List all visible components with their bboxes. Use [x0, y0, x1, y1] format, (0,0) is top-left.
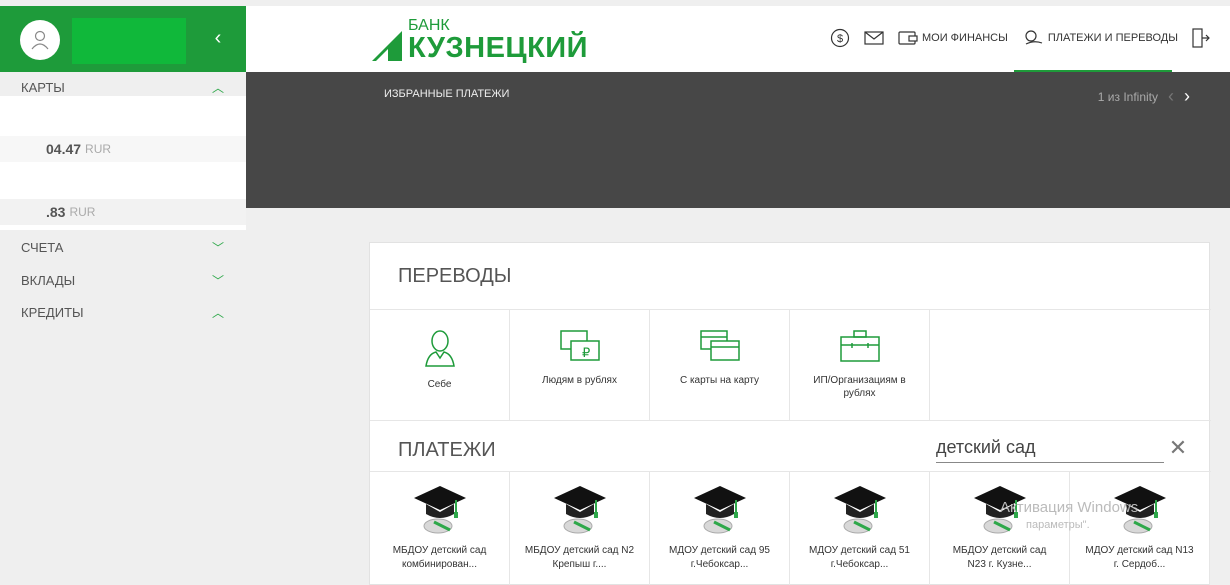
- result-line2: г. Сердоб...: [1113, 558, 1166, 570]
- result-line2: г.Чебоксар...: [830, 558, 889, 570]
- transfer-tiles: Себе ₽ Людям в рублях С карты на карту И…: [370, 309, 1211, 421]
- my-finances-label: МОИ ФИНАНСЫ: [922, 32, 1008, 44]
- currency-button[interactable]: $: [830, 28, 850, 48]
- result-line1: МБДОУ детский сад N2: [524, 545, 635, 556]
- avatar[interactable]: [20, 20, 60, 60]
- my-finances-link[interactable]: МОИ ФИНАНСЫ: [898, 30, 1008, 46]
- section-deposits[interactable]: ВКЛАДЫ ﹀: [0, 265, 246, 295]
- chevron-down-icon: ﹀: [211, 273, 224, 288]
- card-balance: .83: [46, 204, 66, 220]
- profile-header: ‹: [0, 6, 246, 72]
- bank-logo[interactable]: БАНК КУЗНЕЦКИЙ: [370, 18, 588, 63]
- graduation-cap-icon: [833, 486, 886, 534]
- card-item[interactable]: 04.47 RUR: [0, 136, 246, 162]
- collapse-sidebar-icon[interactable]: ‹: [206, 26, 230, 50]
- watermark-line2: параметры".: [1026, 518, 1090, 531]
- watermark-line1: Активация Windows: [1000, 499, 1139, 516]
- section-accounts[interactable]: СЧЕТА ﹀: [0, 232, 246, 262]
- card-item[interactable]: .83 RUR: [0, 199, 246, 225]
- logout-button[interactable]: [1192, 28, 1210, 48]
- header-nav: $ МОИ ФИНАНСЫ ПЛАТЕЖИ И ПЕРЕВОДЫ: [830, 28, 1210, 48]
- section-label: КРЕДИТЫ: [21, 304, 84, 320]
- card-balance: 04.47: [46, 141, 82, 157]
- payment-result-item[interactable]: МДОУ детский сад 51 г.Чебоксар...: [790, 472, 930, 585]
- favorites-band: ИЗБРАННЫЕ ПЛАТЕЖИ 1 из Infinity ‹ ›: [246, 72, 1230, 208]
- favorites-pager: 1 из Infinity ‹ ›: [1098, 86, 1190, 107]
- result-line1: МДОУ детский сад 95: [669, 545, 770, 556]
- section-label: ВКЛАДЫ: [21, 272, 76, 288]
- cards-icon: [699, 330, 740, 361]
- cards-list: 04.47 RUR .83 RUR: [0, 96, 246, 230]
- result-line1: МБДОУ детский сад: [392, 545, 487, 556]
- tile-self[interactable]: Себе: [370, 310, 510, 420]
- windows-activation-watermark: Активация Windows параметры".: [1000, 498, 1138, 532]
- dollar-icon: $: [830, 28, 850, 48]
- tile-label: С карты на карту: [679, 375, 760, 386]
- payment-result-item[interactable]: МБДОУ детский сад комбинирован...: [370, 472, 510, 585]
- svg-text:₽: ₽: [582, 345, 590, 360]
- result-line2: комбинирован...: [402, 558, 477, 570]
- person-icon: [424, 330, 455, 367]
- app: ‹ КАРТЫ ︿ 04.47 RUR .83 RUR СЧЕТА ﹀ ВКЛА…: [0, 0, 1230, 585]
- user-name-redacted: [72, 18, 186, 64]
- user-icon: [31, 30, 49, 50]
- sidebar: ‹ КАРТЫ ︿ 04.47 RUR .83 RUR СЧЕТА ﹀ ВКЛА…: [0, 0, 246, 585]
- messages-button[interactable]: [864, 30, 884, 46]
- tile-label: Себе: [427, 379, 452, 390]
- chevron-down-icon: ﹀: [211, 240, 224, 255]
- tile-card-to-card[interactable]: С карты на карту: [650, 310, 790, 420]
- result-line2: г.Чебоксар...: [690, 558, 749, 570]
- section-loans[interactable]: КРЕДИТЫ ︿: [0, 297, 246, 327]
- top-header: БАНК КУЗНЕЦКИЙ $ МОИ ФИНАНСЫ ПЛАТЕЖИ И П…: [246, 6, 1230, 72]
- logout-icon: [1192, 28, 1210, 48]
- result-line1: МБДОУ детский сад: [952, 545, 1047, 556]
- hand-coin-icon: [1025, 30, 1043, 45]
- payments-title: ПЛАТЕЖИ: [398, 439, 496, 461]
- payment-result-item[interactable]: МДОУ детский сад 95 г.Чебоксар...: [650, 472, 790, 585]
- result-line1: МДОУ детский сад N13: [1085, 545, 1194, 556]
- wallet-icon: [898, 31, 918, 45]
- logo-line2: КУЗНЕЦКИЙ: [408, 32, 588, 64]
- section-label: СЧЕТА: [21, 239, 64, 255]
- logo-icon: [372, 31, 402, 61]
- chevron-up-icon: ︿: [211, 305, 224, 320]
- chevron-up-icon: ︿: [211, 80, 224, 95]
- favorites-title: ИЗБРАННЫЕ ПЛАТЕЖИ: [384, 88, 510, 100]
- pager-text: 1 из Infinity: [1097, 89, 1158, 104]
- tile-organizations[interactable]: ИП/Организациям в рублях: [790, 310, 930, 420]
- card-currency: RUR: [85, 142, 112, 156]
- payments-panel: ПЕРЕВОДЫ Себе ₽ Людям в рублях С карты н…: [369, 242, 1211, 585]
- card-currency: RUR: [69, 205, 96, 219]
- tile-label: ИП/Организациям в рублях: [813, 375, 906, 399]
- result-line1: МДОУ детский сад 51: [809, 545, 910, 556]
- payment-result-item[interactable]: МБДОУ детский сад N2 Крепыш г....: [510, 472, 650, 585]
- payments-label: ПЛАТЕЖИ И ПЕРЕВОДЫ: [1047, 32, 1178, 44]
- graduation-cap-icon: [413, 486, 466, 534]
- result-line2: N23 г. Кузне...: [967, 558, 1032, 570]
- briefcase-icon: [839, 330, 880, 362]
- mail-icon: [864, 31, 884, 45]
- transfers-title: ПЕРЕВОДЫ: [398, 265, 512, 287]
- svg-text:$: $: [837, 33, 843, 45]
- payments-link[interactable]: ПЛАТЕЖИ И ПЕРЕВОДЫ: [1022, 29, 1178, 47]
- result-line2: Крепыш г....: [552, 558, 607, 570]
- graduation-cap-icon: [693, 486, 746, 534]
- prev-arrow-icon[interactable]: ‹: [1168, 86, 1174, 107]
- payments-search-input[interactable]: детский сад: [936, 433, 1164, 463]
- section-label: КАРТЫ: [21, 79, 65, 95]
- tile-people-rub[interactable]: ₽ Людям в рублях: [510, 310, 650, 420]
- clear-search-icon[interactable]: ✕: [1166, 433, 1190, 463]
- ruble-cards-icon: ₽: [559, 330, 600, 361]
- tile-label: Людям в рублях: [542, 375, 617, 386]
- graduation-cap-icon: [553, 486, 606, 534]
- next-arrow-icon[interactable]: ›: [1184, 86, 1190, 107]
